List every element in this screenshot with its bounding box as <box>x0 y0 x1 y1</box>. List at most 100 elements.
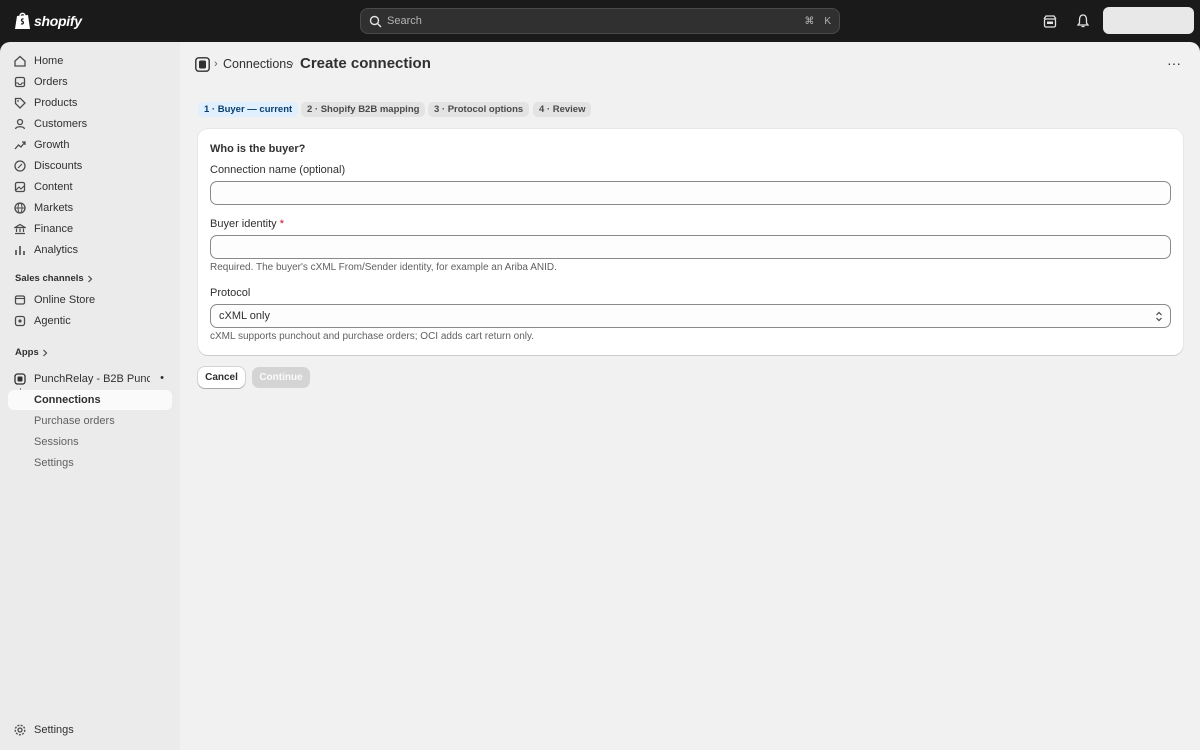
search-bar[interactable]: ⌘ K <box>360 8 840 34</box>
sidebar-item-home[interactable]: Home <box>8 51 172 71</box>
sidebar-item-label: Home <box>34 55 64 67</box>
search-input[interactable] <box>387 15 799 27</box>
connection-name-input[interactable] <box>210 181 1171 205</box>
breadcrumb-connections-link[interactable]: Connections <box>223 57 293 71</box>
main-content: › Connections › Create connection ··· 1 … <box>180 42 1200 750</box>
select-arrows-icon <box>1156 311 1162 322</box>
store-icon <box>1043 14 1057 28</box>
connection-name-label: Connection name (optional) <box>210 164 346 176</box>
sidebar-item-label: Orders <box>34 76 68 88</box>
notifications-button[interactable] <box>1073 11 1093 31</box>
sidebar-subitem-label: Sessions <box>34 436 79 448</box>
more-horizontal-icon: ··· <box>1167 55 1181 71</box>
continue-button[interactable]: Continue <box>252 367 310 388</box>
store-button[interactable] <box>1040 11 1060 31</box>
cancel-button[interactable]: Cancel <box>198 367 245 388</box>
step-badge-mapping: 2 · Shopify B2B mapping <box>301 102 426 117</box>
sidebar-subitem-settings[interactable]: Settings <box>8 453 172 473</box>
apps-header[interactable]: Apps <box>15 347 48 358</box>
sidebar-item-label: Online Store <box>34 294 96 306</box>
shopify-bag-icon <box>15 12 30 29</box>
sidebar-subitem-connections[interactable]: Connections <box>8 390 172 410</box>
sidebar-item-growth[interactable]: Growth <box>8 135 172 155</box>
sidebar-item-label: Discounts <box>34 160 83 172</box>
sidebar-item-punchrelay-app[interactable]: PunchRelay - B2B Punchout • <box>8 369 172 389</box>
globe-icon <box>14 202 26 214</box>
breadcrumb-chevron-icon: › <box>290 58 294 70</box>
sidebar-item-markets[interactable]: Markets <box>8 198 172 218</box>
sidebar-subitem-label: Purchase orders <box>34 415 115 427</box>
buyer-identity-help: Required. The buyer's cXML From/Sender i… <box>210 262 557 273</box>
sidebar-item-finance[interactable]: Finance <box>8 219 172 239</box>
sidebar-item-label: Settings <box>34 724 74 736</box>
sidebar-subitem-sessions[interactable]: Sessions <box>8 432 172 452</box>
buyer-identity-input[interactable] <box>210 235 1171 259</box>
more-actions-button[interactable]: ··· <box>1164 56 1184 72</box>
sidebar-item-label: Content <box>34 181 73 193</box>
step-label: 3 · Protocol options <box>434 104 524 115</box>
sidebar-subitem-label: Settings <box>34 457 74 469</box>
app-icon[interactable] <box>195 57 210 72</box>
protocol-help: cXML supports punchout and purchase orde… <box>210 331 535 342</box>
bank-icon <box>14 223 26 235</box>
sidebar-item-analytics[interactable]: Analytics <box>8 240 172 260</box>
sidebar-item-label: Markets <box>34 202 74 214</box>
sidebar-item-settings[interactable]: Settings <box>8 720 172 740</box>
step-badge-protocol: 3 · Protocol options <box>428 102 530 117</box>
page-title: Create connection <box>300 55 431 72</box>
user-account-button[interactable] <box>1103 7 1194 34</box>
sidebar-item-label: Products <box>34 97 78 109</box>
protocol-label: Protocol <box>210 287 251 299</box>
shortcut-key: K <box>824 15 831 27</box>
shopify-wordmark: shopify <box>34 12 82 29</box>
growth-icon <box>14 141 26 150</box>
required-mark: * <box>279 218 284 230</box>
step-badge-review: 4 · Review <box>533 102 592 117</box>
person-icon <box>14 118 26 130</box>
sidebar-item-agentic[interactable]: Agentic <box>8 311 172 331</box>
online-store-icon <box>14 295 26 305</box>
agentic-icon <box>14 315 26 327</box>
breadcrumb-chevron-icon: › <box>214 58 218 70</box>
sidebar-item-label: Analytics <box>34 244 79 256</box>
sidebar-item-online-store[interactable]: Online Store <box>8 290 172 310</box>
bell-icon <box>1077 14 1089 28</box>
protocol-selected-value: cXML only <box>219 310 270 322</box>
cancel-label: Cancel <box>205 372 238 383</box>
buyer-form-card: Who is the buyer? Connection name (optio… <box>198 129 1183 355</box>
sidebar-item-discounts[interactable]: Discounts <box>8 156 172 176</box>
protocol-select[interactable]: cXML only <box>210 304 1171 328</box>
step-label: 1 · Buyer — current <box>204 104 293 115</box>
continue-label: Continue <box>259 372 303 383</box>
app-pin-icon[interactable]: • <box>160 372 164 384</box>
home-icon <box>14 55 26 67</box>
shopify-logo[interactable]: shopify <box>14 11 82 30</box>
sidebar-item-content[interactable]: Content <box>8 177 172 197</box>
sidebar-subitem-purchase-orders[interactable]: Purchase orders <box>8 411 172 431</box>
sidebar-item-label: Finance <box>34 223 74 235</box>
sidebar-item-orders[interactable]: Orders <box>8 72 172 92</box>
chevron-right-icon <box>87 275 93 282</box>
chart-icon <box>15 246 25 255</box>
app-icon <box>14 373 26 385</box>
buyer-identity-label-row: Buyer identity * <box>210 218 284 230</box>
step-badge-buyer: 1 · Buyer — current <box>198 102 299 117</box>
sidebar-item-label: Customers <box>34 118 88 130</box>
sidebar-item-label: Growth <box>34 139 70 151</box>
gear-icon <box>14 724 26 736</box>
sales-channels-label: Sales channels <box>15 273 84 284</box>
tag-icon <box>14 97 26 109</box>
sales-channels-header[interactable]: Sales channels <box>15 273 93 284</box>
sidebar-item-products[interactable]: Products <box>8 93 172 113</box>
orders-icon <box>14 76 26 88</box>
sidebar-item-customers[interactable]: Customers <box>8 114 172 134</box>
top-bar: shopify ⌘ K <box>0 0 1200 42</box>
chevron-right-icon <box>42 349 48 356</box>
content-icon <box>14 181 26 193</box>
step-label: 2 · Shopify B2B mapping <box>307 104 420 115</box>
apps-label: Apps <box>15 347 39 358</box>
sidebar-subitem-label: Connections <box>34 394 101 406</box>
sidebar-item-label: Agentic <box>34 315 71 327</box>
buyer-identity-label: Buyer identity <box>210 218 277 230</box>
search-icon <box>369 15 382 27</box>
